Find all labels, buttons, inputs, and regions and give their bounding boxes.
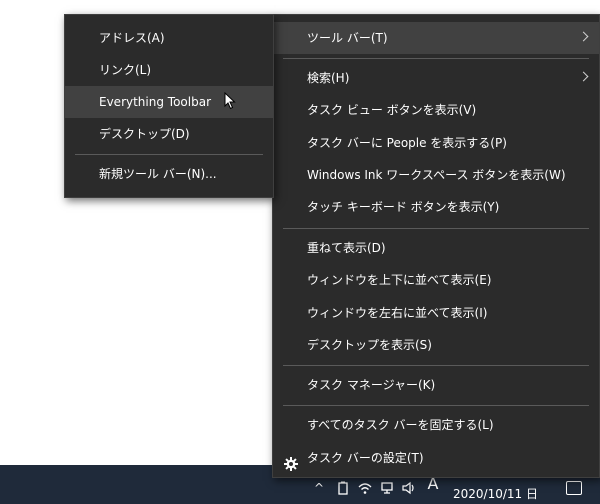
menu-separator bbox=[75, 154, 263, 155]
menu-item-label: タスク マネージャー(K) bbox=[307, 378, 436, 392]
submenu-item-label: リンク(L) bbox=[99, 63, 152, 77]
submenu-item-new-toolbar[interactable]: 新規ツール バー(N)... bbox=[65, 158, 273, 190]
menu-separator bbox=[283, 58, 589, 59]
notification-icon[interactable] bbox=[566, 481, 582, 495]
menu-item-label: 検索(H) bbox=[307, 71, 350, 85]
chevron-up-icon[interactable]: ^ bbox=[312, 481, 326, 495]
submenu-item-links[interactable]: リンク(L) bbox=[65, 54, 273, 86]
menu-item-search[interactable]: 検索(H) bbox=[273, 62, 599, 94]
submenu-item-label: 新規ツール バー(N)... bbox=[99, 167, 217, 181]
menu-item-label: ツール バー(T) bbox=[307, 31, 388, 45]
menu-item-windows-ink[interactable]: Windows Ink ワークスペース ボタンを表示(W) bbox=[273, 159, 599, 191]
submenu-item-everything-toolbar[interactable]: Everything Toolbar bbox=[65, 86, 273, 118]
menu-item-show-desktop[interactable]: デスクトップを表示(S) bbox=[273, 329, 599, 361]
toolbars-submenu: アドレス(A) リンク(L) Everything Toolbar デスクトップ… bbox=[64, 14, 274, 198]
menu-item-task-view-button[interactable]: タスク ビュー ボタンを表示(V) bbox=[273, 94, 599, 126]
chevron-right-icon bbox=[578, 31, 589, 42]
menu-item-label: タスク ビュー ボタンを表示(V) bbox=[307, 103, 477, 117]
menu-item-label: タスク バーの設定(T) bbox=[307, 451, 424, 465]
menu-separator bbox=[283, 228, 589, 229]
menu-item-task-manager[interactable]: タスク マネージャー(K) bbox=[273, 369, 599, 401]
menu-item-cascade[interactable]: 重ねて表示(D) bbox=[273, 232, 599, 264]
wifi-icon[interactable] bbox=[358, 481, 372, 495]
menu-item-taskbar-settings[interactable]: タスク バーの設定(T) bbox=[273, 442, 599, 474]
menu-item-people[interactable]: タスク バーに People を表示する(P) bbox=[273, 127, 599, 159]
menu-item-label: デスクトップを表示(S) bbox=[307, 338, 432, 352]
mouse-cursor-icon bbox=[224, 92, 236, 110]
menu-item-label: 重ねて表示(D) bbox=[307, 241, 386, 255]
menu-item-label: すべてのタスク バーを固定する(L) bbox=[307, 418, 494, 432]
battery-icon[interactable] bbox=[336, 481, 350, 495]
submenu-item-desktop[interactable]: デスクトップ(D) bbox=[65, 118, 273, 150]
network-icon[interactable] bbox=[380, 481, 394, 495]
menu-item-stack[interactable]: ウィンドウを上下に並べて表示(E) bbox=[273, 264, 599, 296]
submenu-item-label: デスクトップ(D) bbox=[99, 127, 190, 141]
menu-item-label: Windows Ink ワークスペース ボタンを表示(W) bbox=[307, 168, 566, 182]
menu-separator bbox=[283, 405, 589, 406]
volume-icon[interactable] bbox=[402, 481, 416, 495]
menu-item-lock-taskbar[interactable]: すべてのタスク バーを固定する(L) bbox=[273, 409, 599, 441]
chevron-right-icon bbox=[578, 71, 589, 82]
menu-separator bbox=[283, 365, 589, 366]
submenu-item-address[interactable]: アドレス(A) bbox=[65, 22, 273, 54]
menu-item-label: ウィンドウを左右に並べて表示(I) bbox=[307, 306, 488, 320]
taskbar-context-menu: ツール バー(T) 検索(H) タスク ビュー ボタンを表示(V) タスク バー… bbox=[272, 14, 600, 478]
ime-indicator[interactable]: A bbox=[426, 476, 440, 492]
menu-item-toolbars[interactable]: ツール バー(T) bbox=[273, 22, 599, 54]
menu-item-label: ウィンドウを上下に並べて表示(E) bbox=[307, 273, 492, 287]
gear-icon bbox=[284, 451, 298, 471]
submenu-item-label: Everything Toolbar bbox=[99, 95, 211, 109]
menu-item-side-by-side[interactable]: ウィンドウを左右に並べて表示(I) bbox=[273, 297, 599, 329]
menu-item-touch-keyboard[interactable]: タッチ キーボード ボタンを表示(Y) bbox=[273, 191, 599, 223]
taskbar-clock[interactable]: 2020/10/11 日 bbox=[453, 485, 538, 502]
submenu-item-label: アドレス(A) bbox=[99, 31, 165, 45]
menu-item-label: タッチ キーボード ボタンを表示(Y) bbox=[307, 200, 500, 214]
menu-item-label: タスク バーに People を表示する(P) bbox=[307, 136, 507, 150]
